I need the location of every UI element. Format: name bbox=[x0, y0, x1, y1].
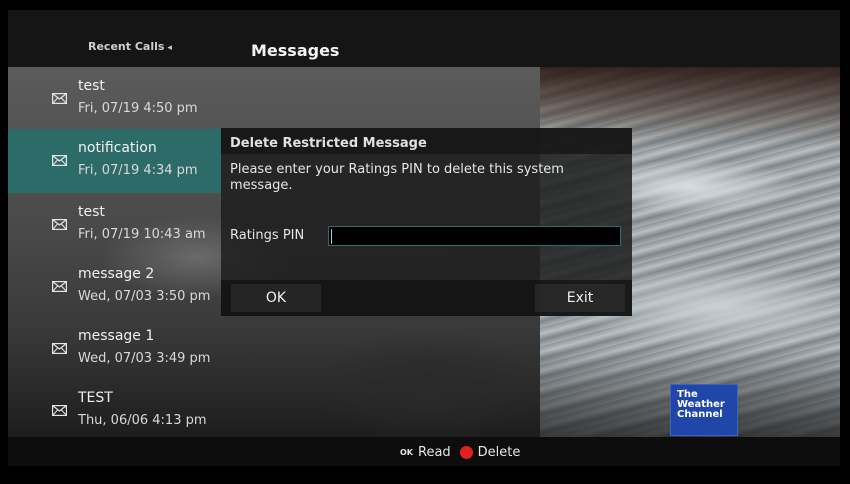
list-item[interactable]: test Fri, 07/19 10:43 am bbox=[8, 193, 223, 255]
dialog-header: Delete Restricted Message bbox=[221, 128, 632, 154]
message-title: test bbox=[78, 204, 105, 220]
bottom-legend-bar: OK Read Delete bbox=[8, 437, 840, 466]
envelope-icon bbox=[52, 343, 67, 354]
red-button-icon bbox=[459, 446, 473, 459]
read-label: Read bbox=[418, 445, 451, 460]
message-title: message 1 bbox=[78, 328, 155, 344]
ok-key-icon: OK bbox=[400, 448, 413, 457]
list-item[interactable]: notification Fri, 07/19 4:34 pm bbox=[8, 129, 223, 193]
recent-calls-tab[interactable]: Recent Calls ◂ bbox=[88, 40, 172, 53]
list-item[interactable]: message 2 Wed, 07/03 3:50 pm bbox=[8, 255, 223, 317]
recent-calls-label: Recent Calls bbox=[88, 40, 165, 53]
header-bar: Recent Calls ◂ Messages bbox=[8, 10, 840, 67]
ratings-pin-input[interactable] bbox=[328, 226, 621, 246]
message-title: message 2 bbox=[78, 266, 155, 282]
message-date: Fri, 07/19 4:34 pm bbox=[78, 163, 198, 178]
tv-screen: Recent Calls ◂ Messages test Fri, 07/19 4… bbox=[8, 10, 840, 466]
weather-channel-logo: The Weather Channel bbox=[670, 384, 738, 436]
message-title: TEST bbox=[78, 390, 113, 406]
envelope-icon bbox=[52, 155, 67, 166]
list-item[interactable]: TEST Thu, 06/06 4:13 pm bbox=[8, 379, 223, 433]
dialog-footer: OK Exit bbox=[221, 280, 632, 316]
left-arrow-icon: ◂ bbox=[167, 43, 172, 53]
delete-label: Delete bbox=[477, 445, 521, 460]
message-list: test Fri, 07/19 4:50 pm notification Fri… bbox=[8, 67, 223, 433]
dialog-message: Please enter your Ratings PIN to delete … bbox=[230, 162, 564, 193]
ok-button[interactable]: OK bbox=[231, 284, 321, 312]
message-title: notification bbox=[78, 140, 157, 156]
message-date: Thu, 06/06 4:13 pm bbox=[78, 413, 207, 428]
envelope-icon bbox=[52, 405, 67, 416]
logo-line: Channel bbox=[677, 409, 723, 420]
message-date: Wed, 07/03 3:49 pm bbox=[78, 351, 211, 366]
pin-label: Ratings PIN bbox=[230, 228, 305, 243]
message-title: test bbox=[78, 78, 105, 94]
message-date: Fri, 07/19 10:43 am bbox=[78, 227, 206, 242]
envelope-icon bbox=[52, 93, 67, 104]
dialog-title: Delete Restricted Message bbox=[230, 136, 427, 151]
envelope-icon bbox=[52, 281, 67, 292]
message-date: Fri, 07/19 4:50 pm bbox=[78, 101, 198, 116]
envelope-icon bbox=[52, 219, 67, 230]
list-item[interactable]: test Fri, 07/19 4:50 pm bbox=[8, 67, 223, 129]
button-legend: OK Read Delete bbox=[400, 445, 520, 460]
page-title: Messages bbox=[251, 41, 340, 60]
list-item[interactable]: message 1 Wed, 07/03 3:49 pm bbox=[8, 317, 223, 379]
exit-button[interactable]: Exit bbox=[535, 284, 625, 312]
message-date: Wed, 07/03 3:50 pm bbox=[78, 289, 211, 304]
delete-restricted-dialog: Delete Restricted Message Please enter y… bbox=[221, 128, 632, 316]
text-cursor bbox=[331, 229, 332, 244]
